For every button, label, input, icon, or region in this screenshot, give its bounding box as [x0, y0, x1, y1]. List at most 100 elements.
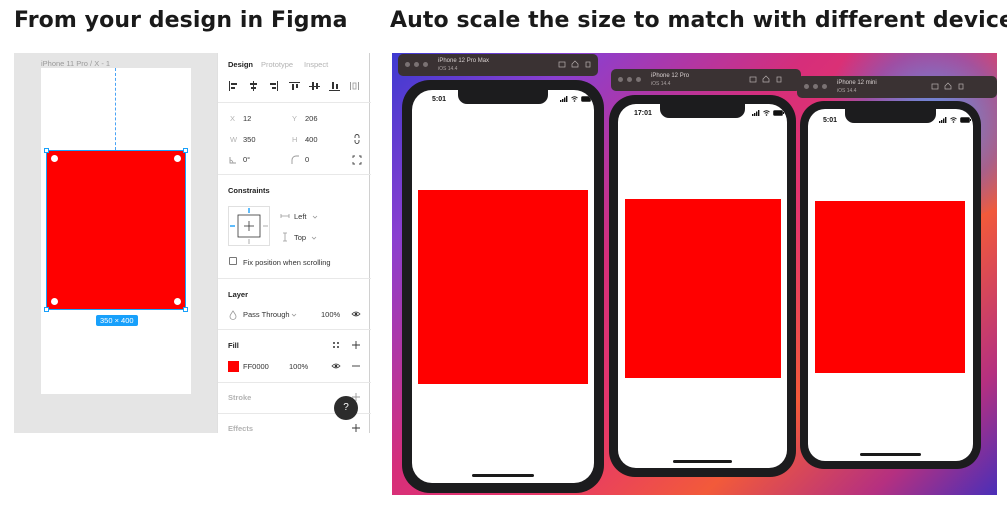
home-icon[interactable] [571, 60, 579, 68]
minimize-dot-icon [627, 77, 632, 82]
radius-handle-bottom-left[interactable] [51, 298, 58, 305]
red-rectangle [815, 201, 965, 373]
simulator-screen[interactable]: 5:01 [808, 109, 973, 461]
align-left-icon[interactable] [228, 81, 239, 91]
fill-color-swatch[interactable] [228, 361, 239, 372]
zoom-dot-icon [423, 62, 428, 67]
w-field[interactable]: 350 [243, 135, 256, 144]
iphone-12-mini-simulator[interactable]: 5:01 [800, 101, 981, 469]
screenshot-icon[interactable] [931, 82, 939, 90]
simulator-device-name: iPhone 12 Pro [651, 73, 690, 79]
tab-prototype[interactable]: Prototype [261, 60, 293, 69]
close-dot-icon [405, 62, 410, 67]
tab-design[interactable]: Design [228, 60, 253, 69]
vertical-constraint-select[interactable]: Top [294, 233, 306, 242]
battery-icon [773, 110, 784, 116]
rotation-field[interactable]: 0° [243, 155, 250, 164]
eye-icon[interactable] [351, 309, 361, 319]
radius-handle-bottom-right[interactable] [174, 298, 181, 305]
fill-hex-field[interactable]: FF0000 [243, 362, 269, 371]
h-field[interactable]: 400 [305, 135, 318, 144]
tab-inspect[interactable]: Inspect [304, 60, 328, 69]
home-indicator[interactable] [472, 474, 534, 477]
frame-label[interactable]: iPhone 11 Pro / X - 1 [41, 59, 110, 68]
layer-opacity-field[interactable]: 100% [321, 310, 340, 319]
screenshot-icon[interactable] [558, 60, 566, 68]
independent-corners-icon[interactable] [352, 155, 362, 165]
fix-position-checkbox[interactable] [229, 257, 237, 265]
window-controls[interactable] [618, 77, 641, 82]
simulator-desktop: iPhone 12 Pro Max iOS 14.4 5:01 iPhone 1… [392, 53, 997, 495]
rotate-icon[interactable] [584, 60, 592, 68]
align-bottom-icon[interactable] [329, 81, 340, 91]
simulator-toolbar [558, 60, 592, 68]
align-top-icon[interactable] [289, 81, 300, 91]
horizontal-constraint-select[interactable]: Left [294, 212, 307, 221]
simulator-screen[interactable]: 17:01 [618, 104, 787, 468]
zoom-dot-icon [822, 84, 827, 89]
simulator-device-name: iPhone 12 mini [837, 80, 877, 86]
selected-rectangle[interactable] [44, 148, 188, 312]
signal-icon [939, 117, 947, 123]
constrain-proportions-icon[interactable] [352, 134, 362, 144]
resize-handle-bottom-right[interactable] [183, 307, 188, 312]
resize-handle-top-right[interactable] [183, 148, 188, 153]
constraints-widget[interactable] [228, 206, 270, 246]
home-icon[interactable] [944, 82, 952, 90]
blend-mode-select[interactable]: Pass Through [243, 310, 290, 319]
red-rectangle [418, 190, 588, 384]
home-icon[interactable] [762, 75, 770, 83]
simulator-device-name: iPhone 12 Pro Max [438, 58, 490, 64]
chevron-down-icon [289, 310, 299, 320]
simulator-toolbar [749, 75, 783, 83]
corner-radius-field[interactable]: 0 [305, 155, 309, 164]
simulator-titlebar[interactable]: iPhone 12 Pro iOS 14.4 [611, 69, 801, 91]
align-horizontal-center-icon[interactable] [248, 81, 259, 91]
align-right-icon[interactable] [268, 81, 279, 91]
rotate-icon[interactable] [775, 75, 783, 83]
fix-position-label[interactable]: Fix position when scrolling [243, 258, 331, 267]
rotate-icon[interactable] [957, 82, 965, 90]
stroke-title: Stroke [228, 393, 252, 402]
simulator-titlebar[interactable]: iPhone 12 Pro Max iOS 14.4 [398, 54, 598, 76]
close-dot-icon [618, 77, 623, 82]
radius-handle-top-right[interactable] [174, 155, 181, 162]
minimize-dot-icon [414, 62, 419, 67]
constraints-diagram-icon [230, 208, 268, 244]
fill-opacity-field[interactable]: 100% [289, 362, 308, 371]
simulator-os-version: iOS 14.4 [837, 88, 857, 94]
signal-icon [752, 110, 760, 116]
rotation-icon [228, 155, 238, 165]
eye-icon[interactable] [331, 361, 341, 371]
help-button[interactable]: ? [334, 396, 358, 420]
styles-grid-icon[interactable] [331, 340, 341, 350]
red-rectangle [625, 199, 781, 378]
fill-title: Fill [228, 341, 239, 350]
window-controls[interactable] [804, 84, 827, 89]
simulator-titlebar[interactable]: iPhone 12 mini iOS 14.4 [797, 76, 997, 98]
x-field[interactable]: 12 [243, 114, 251, 123]
corner-radius-icon [290, 155, 300, 165]
x-label: X [230, 114, 236, 123]
add-effect-icon[interactable] [351, 423, 361, 433]
status-icons [752, 110, 784, 116]
iphone-12-pro-max-simulator[interactable]: 5:01 [402, 80, 604, 493]
distribute-icon[interactable] [349, 81, 360, 91]
window-controls[interactable] [405, 62, 428, 67]
home-indicator[interactable] [860, 453, 921, 456]
iphone-12-pro-simulator[interactable]: 17:01 [609, 95, 796, 477]
radius-handle-top-left[interactable] [51, 155, 58, 162]
screenshot-icon[interactable] [749, 75, 757, 83]
home-indicator[interactable] [673, 460, 732, 463]
add-fill-icon[interactable] [351, 340, 361, 350]
resize-handle-top-left[interactable] [44, 148, 49, 153]
y-field[interactable]: 206 [305, 114, 318, 123]
resize-handle-bottom-left[interactable] [44, 307, 49, 312]
remove-fill-icon[interactable] [351, 361, 361, 371]
simulator-screen[interactable]: 5:01 [412, 90, 594, 483]
constraints-title: Constraints [228, 186, 270, 195]
battery-icon [960, 117, 971, 123]
figma-canvas[interactable]: iPhone 11 Pro / X - 1 350 × 400 [14, 53, 217, 433]
notch [660, 104, 745, 118]
align-vertical-center-icon[interactable] [309, 81, 320, 91]
